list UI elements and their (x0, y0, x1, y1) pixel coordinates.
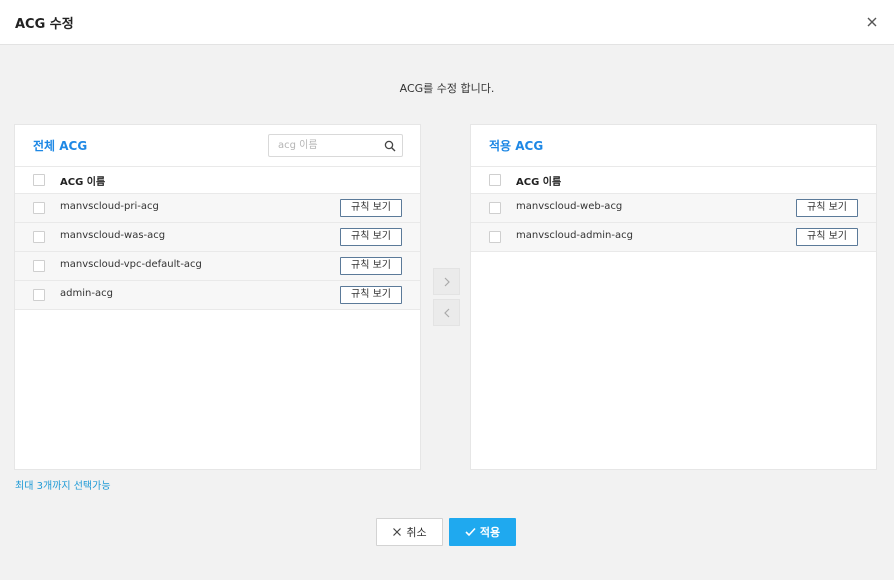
row-checkbox[interactable] (33, 289, 45, 301)
dialog-header: ACG 수정 (0, 0, 894, 45)
acg-name: manvscloud-admin-acg (516, 230, 633, 241)
applied-acg-title: 적용 ACG (489, 139, 544, 153)
table-row[interactable]: manvscloud-admin-acg 규칙 보기 (471, 223, 876, 252)
view-rules-button[interactable]: 규칙 보기 (796, 199, 858, 217)
dialog-description: ACG를 수정 합니다. (399, 82, 495, 95)
table-row[interactable]: admin-acg 규칙 보기 (15, 281, 420, 310)
table-row[interactable]: manvscloud-web-acg 규칙 보기 (471, 194, 876, 223)
select-all-checkbox[interactable] (33, 174, 45, 186)
acg-search-box (268, 134, 403, 157)
view-rules-button[interactable]: 규칙 보기 (796, 228, 858, 246)
view-rules-button[interactable]: 규칙 보기 (340, 228, 402, 246)
selection-limit-note: 최대 3개까지 선택가능 (15, 481, 111, 492)
chevron-left-icon (444, 308, 450, 318)
acg-name: manvscloud-was-acg (60, 230, 166, 241)
dialog-title: ACG 수정 (15, 17, 74, 32)
row-checkbox[interactable] (33, 260, 45, 272)
move-left-button[interactable] (433, 299, 460, 326)
row-checkbox[interactable] (33, 202, 45, 214)
apply-label: 적용 (479, 526, 501, 539)
applied-acg-panel: 적용 ACG ACG 이름 manvscloud-web-acg 규칙 보기 m… (470, 124, 877, 470)
cancel-label: 취소 (406, 526, 427, 539)
move-right-button[interactable] (433, 268, 460, 295)
table-row[interactable]: manvscloud-pri-acg 규칙 보기 (15, 194, 420, 223)
chevron-right-icon (444, 277, 450, 287)
column-header-acg-name: ACG 이름 (516, 177, 562, 188)
view-rules-button[interactable]: 규칙 보기 (340, 286, 402, 304)
table-header-row: ACG 이름 (471, 167, 876, 194)
column-header-acg-name: ACG 이름 (60, 177, 106, 188)
row-checkbox[interactable] (33, 231, 45, 243)
check-icon (465, 527, 476, 537)
close-button[interactable] (864, 14, 880, 30)
row-checkbox[interactable] (489, 202, 501, 214)
search-icon[interactable] (384, 140, 396, 152)
cancel-button[interactable]: 취소 (376, 518, 443, 546)
x-icon (393, 528, 402, 536)
row-checkbox[interactable] (489, 231, 501, 243)
acg-edit-dialog: ACG 수정 ACG를 수정 합니다. 전체 ACG ACG 이름 (0, 0, 894, 580)
apply-button[interactable]: 적용 (449, 518, 516, 546)
table-header-row: ACG 이름 (15, 167, 420, 194)
view-rules-button[interactable]: 규칙 보기 (340, 257, 402, 275)
applied-acg-panel-header: 적용 ACG (471, 125, 876, 167)
view-rules-button[interactable]: 규칙 보기 (340, 199, 402, 217)
all-acg-panel-header: 전체 ACG (15, 125, 420, 167)
acg-name: manvscloud-pri-acg (60, 201, 159, 212)
close-icon (867, 17, 877, 27)
table-row[interactable]: manvscloud-was-acg 규칙 보기 (15, 223, 420, 252)
acg-name: admin-acg (60, 288, 113, 299)
select-all-checkbox[interactable] (489, 174, 501, 186)
acg-search-input[interactable] (269, 135, 379, 156)
table-row[interactable]: manvscloud-vpc-default-acg 규칙 보기 (15, 252, 420, 281)
acg-name: manvscloud-web-acg (516, 201, 623, 212)
all-acg-title: 전체 ACG (33, 139, 88, 153)
acg-name: manvscloud-vpc-default-acg (60, 259, 202, 270)
all-acg-panel: 전체 ACG ACG 이름 manvscloud-pri-acg 규칙 보기 m… (14, 124, 421, 470)
